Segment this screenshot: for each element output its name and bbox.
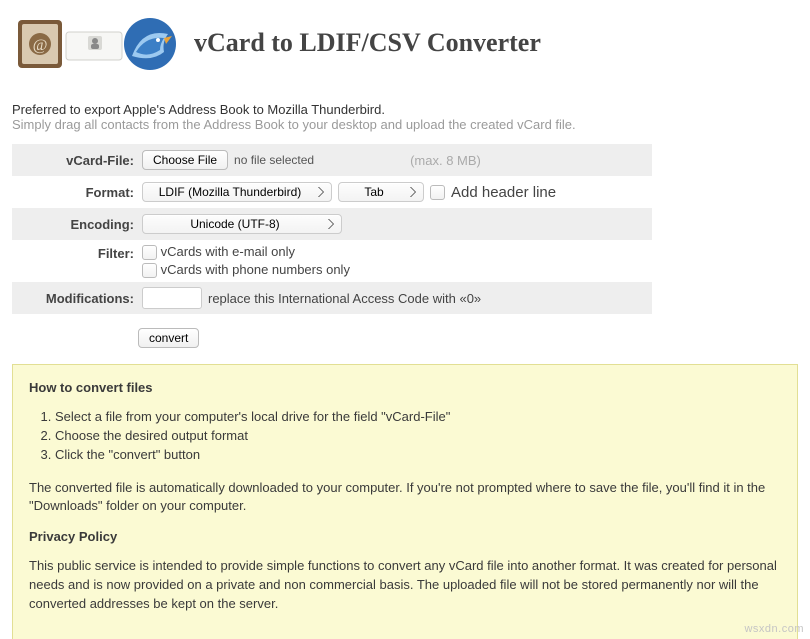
howto-step: Click the "convert" button	[55, 446, 781, 465]
row-format: Format: LDIF (Mozilla Thunderbird) Tab A…	[12, 176, 652, 208]
row-vcard-file: vCard-File: Choose File no file selected…	[12, 144, 652, 176]
choose-file-button[interactable]: Choose File	[142, 150, 228, 170]
privacy-title: Privacy Policy	[29, 528, 781, 547]
delimiter-select[interactable]: Tab	[338, 182, 424, 202]
app-logo: @	[12, 8, 182, 78]
row-convert: convert	[12, 314, 652, 364]
access-code-input[interactable]	[142, 287, 202, 309]
filter-email-checkbox[interactable]	[142, 245, 157, 260]
convert-button[interactable]: convert	[138, 328, 199, 348]
info-panel: How to convert files Select a file from …	[12, 364, 798, 639]
howto-step: Choose the desired output format	[55, 427, 781, 446]
header-line-checkbox[interactable]	[430, 185, 445, 200]
intro-text: Preferred to export Apple's Address Book…	[12, 102, 798, 132]
label-filter: Filter:	[12, 244, 142, 261]
privacy-paragraph: This public service is intended to provi…	[29, 557, 781, 614]
intro-line1: Preferred to export Apple's Address Book…	[12, 102, 798, 117]
format-select[interactable]: LDIF (Mozilla Thunderbird)	[142, 182, 332, 202]
label-vcard-file: vCard-File:	[12, 153, 142, 168]
intro-line2: Simply drag all contacts from the Addres…	[12, 117, 798, 132]
encoding-select[interactable]: Unicode (UTF-8)	[142, 214, 342, 234]
converter-form: vCard-File: Choose File no file selected…	[12, 144, 652, 364]
howto-steps: Select a file from your computer's local…	[55, 408, 781, 465]
filter-phone-label: vCards with phone numbers only	[161, 262, 350, 277]
filter-phone-checkbox[interactable]	[142, 263, 157, 278]
howto-step: Select a file from your computer's local…	[55, 408, 781, 427]
header-line-label: Add header line	[451, 184, 556, 201]
row-modifications: Modifications: replace this Internationa…	[12, 282, 652, 314]
row-encoding: Encoding: Unicode (UTF-8)	[12, 208, 652, 240]
page-title: vCard to LDIF/CSV Converter	[194, 28, 541, 58]
svg-text:@: @	[33, 37, 48, 54]
file-status-text: no file selected	[234, 153, 314, 167]
howto-paragraph: The converted file is automatically down…	[29, 479, 781, 517]
filter-email-label: vCards with e-mail only	[161, 244, 295, 259]
watermark: wsxdn.com	[744, 623, 804, 635]
label-encoding: Encoding:	[12, 217, 142, 232]
howto-title: How to convert files	[29, 379, 781, 398]
label-format: Format:	[12, 185, 142, 200]
label-modifications: Modifications:	[12, 291, 142, 306]
header: @ vCard to LDIF/CSV Converter	[12, 8, 798, 78]
file-size-hint: (max. 8 MB)	[410, 153, 481, 168]
modifications-text: replace this International Access Code w…	[208, 291, 481, 306]
row-filter: Filter: vCards with e-mail only vCards w…	[12, 240, 652, 282]
